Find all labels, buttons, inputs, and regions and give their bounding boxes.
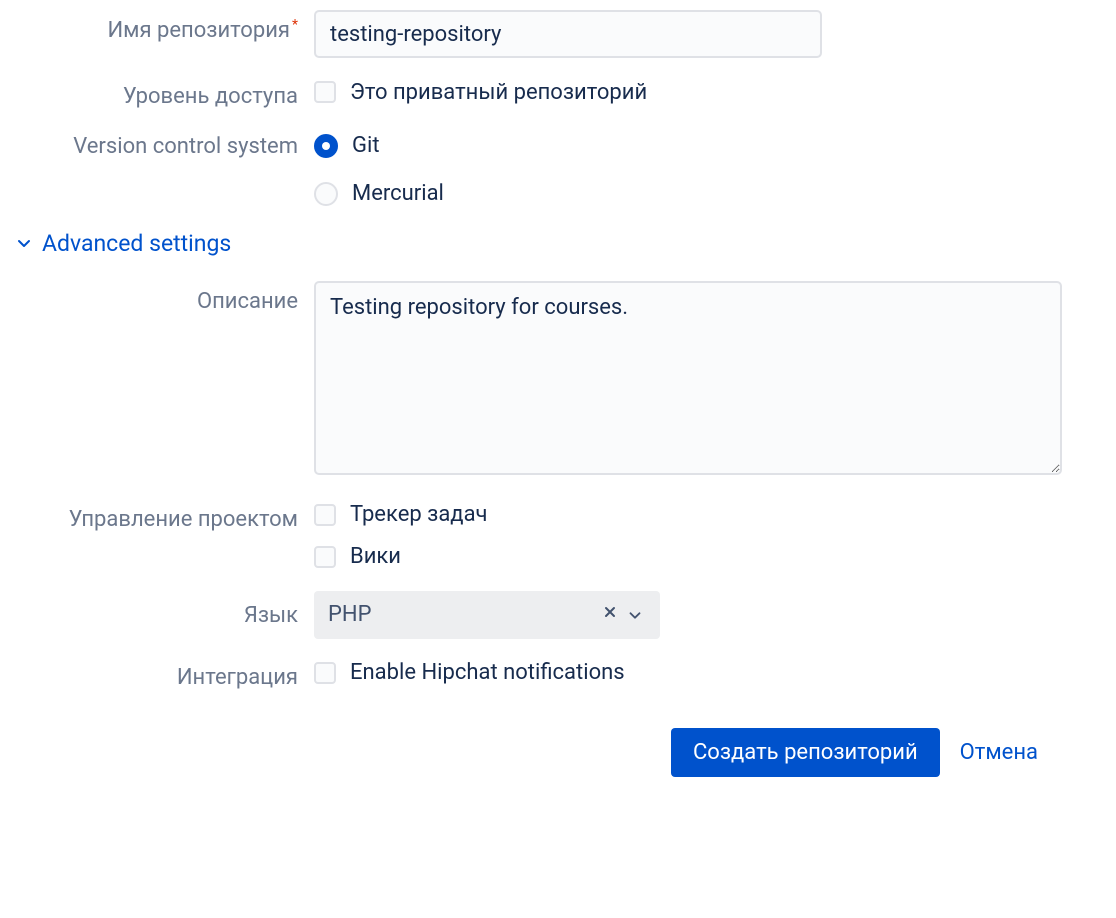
label-project-mgmt: Управление проектом (0, 499, 314, 535)
row-vcs: Version control system Git Mercurial (0, 130, 1076, 210)
chevron-down-icon (622, 606, 648, 624)
chevron-down-icon (14, 233, 34, 253)
cancel-button[interactable]: Отмена (960, 740, 1038, 765)
vcs-git-radio[interactable] (314, 134, 338, 158)
vcs-mercurial-label: Mercurial (352, 181, 444, 206)
vcs-mercurial-option[interactable]: Mercurial (314, 178, 1066, 210)
label-description: Описание (0, 281, 314, 317)
label-repo-name: Имя репозитория (0, 10, 314, 46)
private-repo-checkbox[interactable] (314, 81, 336, 103)
label-integration: Интеграция (0, 657, 314, 693)
label-access-level: Уровень доступа (0, 76, 314, 112)
vcs-git-option[interactable]: Git (314, 130, 1066, 162)
description-textarea[interactable] (314, 281, 1062, 475)
language-value: PHP (328, 602, 598, 627)
create-repo-button[interactable]: Создать репозиторий (671, 728, 940, 777)
hipchat-checkbox[interactable] (314, 662, 336, 684)
vcs-mercurial-radio[interactable] (314, 182, 338, 206)
private-repo-label: Это приватный репозиторий (350, 80, 647, 105)
language-select[interactable]: PHP (314, 591, 660, 639)
row-language: Язык PHP (0, 591, 1076, 639)
label-vcs: Version control system (0, 130, 314, 162)
issue-tracker-checkbox[interactable] (314, 504, 336, 526)
label-language: Язык (0, 591, 314, 631)
wiki-label: Вики (350, 544, 401, 569)
wiki-option[interactable]: Вики (314, 541, 1066, 573)
clear-icon[interactable] (598, 604, 622, 625)
advanced-settings-toggle[interactable]: Advanced settings (14, 230, 1076, 257)
hipchat-label: Enable Hipchat notifications (350, 660, 625, 685)
repo-name-input[interactable] (314, 10, 822, 58)
row-description: Описание (0, 281, 1076, 481)
form-actions: Создать репозиторий Отмена (0, 728, 1076, 777)
row-access-level: Уровень доступа Это приватный репозитори… (0, 76, 1076, 112)
row-project-mgmt: Управление проектом Трекер задач Вики (0, 499, 1076, 573)
vcs-git-label: Git (352, 133, 380, 158)
row-repo-name: Имя репозитория (0, 10, 1076, 58)
issue-tracker-label: Трекер задач (350, 502, 488, 527)
advanced-settings-label: Advanced settings (42, 230, 231, 257)
issue-tracker-option[interactable]: Трекер задач (314, 499, 1066, 531)
hipchat-option[interactable]: Enable Hipchat notifications (314, 657, 1066, 689)
private-repo-option[interactable]: Это приватный репозиторий (314, 76, 1066, 108)
row-integration: Интеграция Enable Hipchat notifications (0, 657, 1076, 693)
wiki-checkbox[interactable] (314, 546, 336, 568)
